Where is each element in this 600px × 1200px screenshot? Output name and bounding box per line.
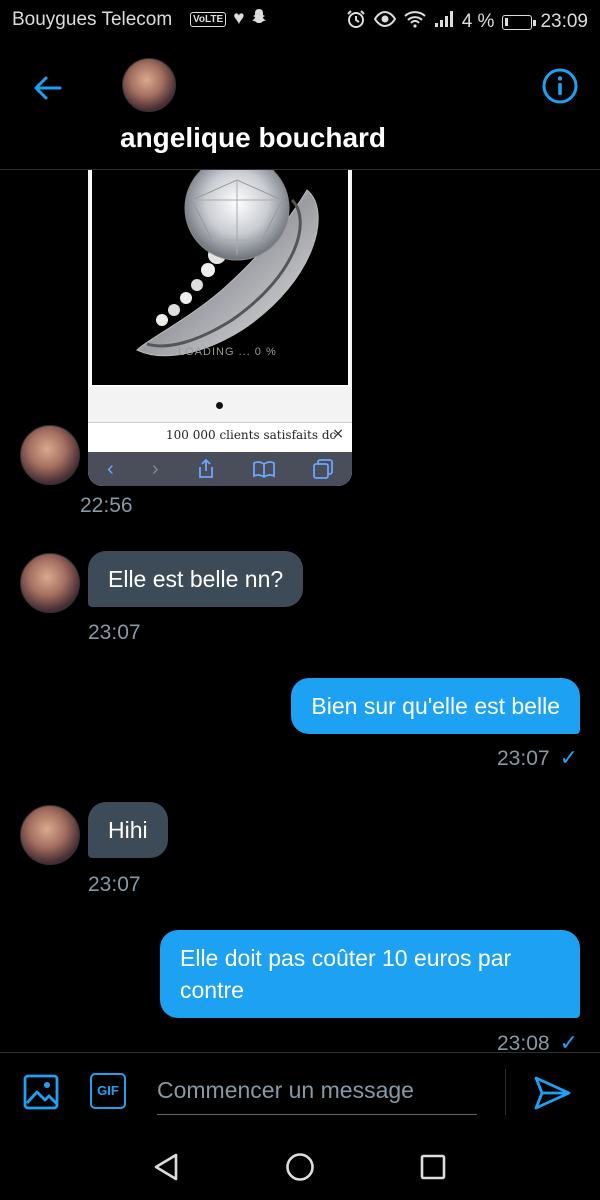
volte-badge: VoLTE: [190, 11, 227, 27]
alarm-icon: [346, 9, 366, 35]
message-time: 23:07: [88, 621, 141, 644]
message-input[interactable]: [157, 1067, 477, 1115]
system-nav-bar: [0, 1132, 600, 1200]
sender-avatar[interactable]: [20, 553, 80, 613]
battery-icon: [502, 14, 537, 30]
square-recents-icon: [420, 1154, 446, 1180]
loading-text: LOADING ... 0 %: [178, 346, 277, 358]
ad-banner: 100 000 clients satisfaits dc ×: [88, 422, 352, 452]
browser-toolbar: ‹ ›: [88, 452, 352, 486]
sender-avatar[interactable]: [20, 425, 80, 485]
image-icon: [23, 1074, 59, 1110]
message-composer: GIF: [0, 1052, 600, 1132]
heart-icon: ♥: [233, 8, 245, 29]
signal-icon: [434, 10, 454, 34]
page-dot: [216, 402, 223, 409]
send-icon: [534, 1076, 571, 1110]
info-button[interactable]: [542, 68, 578, 104]
tabs-icon: [313, 459, 333, 479]
conversation-header: angelique bouchard: [0, 40, 600, 170]
outgoing-message-bubble[interactable]: Elle doit pas coûter 10 euros par contre: [160, 930, 580, 1018]
incoming-message-bubble[interactable]: Elle est belle nn?: [88, 551, 304, 607]
carrier-name: Bouygues Telecom: [12, 9, 173, 30]
ring-image: LOADING ... 0 %: [90, 170, 350, 387]
chevron-right-icon: ›: [151, 457, 159, 480]
arrow-left-icon: [34, 76, 62, 100]
contact-name[interactable]: angelique bouchard: [120, 122, 386, 154]
eye-icon: [373, 9, 396, 35]
checkmark-icon: ✓: [559, 745, 578, 770]
battery-percent: 4 %: [461, 11, 495, 32]
image-attachment[interactable]: LOADING ... 0 % 100 000 clients satisfai…: [88, 170, 352, 486]
triangle-back-icon: [154, 1153, 178, 1181]
sender-avatar[interactable]: [20, 805, 80, 865]
banner-text: 100 000 clients satisfaits dc: [166, 428, 337, 442]
gif-button[interactable]: GIF: [90, 1073, 126, 1109]
info-icon: [542, 68, 578, 104]
chevron-left-icon: ‹: [107, 457, 114, 480]
incoming-message-bubble[interactable]: Hihi: [88, 802, 168, 858]
status-left-icons: VoLTE ♥: [190, 8, 267, 30]
add-image-button[interactable]: [22, 1073, 60, 1111]
message-time-row: 23:07 ✓: [497, 745, 578, 771]
wifi-icon: [404, 10, 426, 34]
status-right: 4 % 23:09: [346, 9, 588, 35]
message-time: 23:07: [88, 873, 141, 896]
book-icon: [252, 461, 275, 478]
nav-recents-button[interactable]: [416, 1150, 450, 1184]
clock-time: 23:09: [540, 11, 588, 32]
back-button[interactable]: [30, 70, 66, 106]
banner-close: ×: [332, 426, 344, 442]
message-time: 22:56: [80, 494, 133, 517]
message-time: 23:07: [497, 747, 550, 770]
outgoing-message-bubble[interactable]: Bien sur qu'elle est belle: [291, 678, 580, 734]
status-bar: Bouygues Telecom VoLTE ♥ 4 % 23:09: [0, 0, 600, 40]
share-icon: [198, 459, 213, 478]
nav-back-button[interactable]: [150, 1150, 184, 1184]
nav-home-button[interactable]: [283, 1150, 317, 1184]
snapchat-icon: [251, 8, 267, 30]
composer-divider: [505, 1069, 506, 1115]
circle-home-icon: [286, 1153, 314, 1181]
contact-avatar[interactable]: [122, 58, 176, 112]
send-button[interactable]: [532, 1073, 572, 1113]
